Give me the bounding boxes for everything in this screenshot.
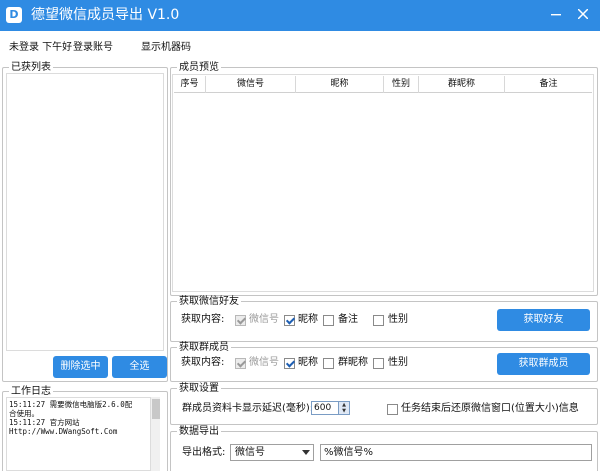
- restore-window-checkbox[interactable]: [387, 404, 398, 415]
- get-friends-button[interactable]: 获取好友: [497, 309, 590, 331]
- log-line: Http://Www.DWangSoft.Com: [9, 427, 118, 436]
- members-table-header: 序号 微信号 昵称 性别 群昵称 备注: [174, 76, 592, 93]
- column-header-index[interactable]: 序号: [174, 76, 206, 93]
- delay-spinbox[interactable]: 600 ▲ ▼: [311, 401, 350, 415]
- fetched-list-title: 已获列表: [11, 62, 51, 73]
- members-table[interactable]: [172, 74, 594, 292]
- export-format-selected: 微信号: [235, 447, 265, 458]
- work-log-title: 工作日志: [11, 386, 51, 397]
- get-group-members-button[interactable]: 获取群成员: [497, 353, 590, 375]
- title-bar: D 德望微信成员导出 V1.0: [0, 0, 600, 31]
- show-machine-code-link[interactable]: 显示机器码: [141, 42, 191, 54]
- friends-wechat-id-label: 微信号: [249, 314, 279, 325]
- column-header-nickname[interactable]: 昵称: [296, 76, 384, 93]
- chevron-down-icon: [302, 450, 310, 455]
- group-gender-checkbox[interactable]: [373, 358, 384, 369]
- app-logo-icon: D: [6, 7, 22, 23]
- column-header-wechat-id[interactable]: 微信号: [206, 76, 296, 93]
- log-scrollbar-thumb[interactable]: [152, 399, 160, 419]
- get-friends-title: 获取微信好友: [179, 296, 239, 307]
- select-all-button[interactable]: 全选: [112, 356, 167, 378]
- settings-title: 获取设置: [179, 383, 219, 394]
- spin-down-icon[interactable]: ▼: [339, 408, 349, 414]
- delay-label: 群成员资料卡显示延迟(毫秒):: [182, 403, 314, 414]
- window-title: 德望微信成员导出 V1.0: [31, 7, 180, 23]
- restore-window-label: 任务结束后还原微信窗口(位置大小)信息: [401, 403, 579, 414]
- members-preview-title: 成员预览: [179, 62, 219, 73]
- friends-remark-label: 备注: [338, 314, 358, 325]
- group-content-label: 获取内容:: [181, 357, 225, 368]
- column-header-group-nickname[interactable]: 群昵称: [419, 76, 505, 93]
- login-status-text: 未登录 下午好: [9, 42, 73, 53]
- group-wechat-id-label: 微信号: [249, 357, 279, 368]
- group-group-nickname-label: 群昵称: [338, 357, 368, 368]
- group-nickname-checkbox[interactable]: [284, 358, 295, 369]
- work-log-textarea[interactable]: 15:11:27 需要微信电脑版2.6.0配 合使用。 15:11:27 官方网…: [6, 397, 160, 471]
- group-group-nickname-checkbox[interactable]: [323, 358, 334, 369]
- column-header-remark[interactable]: 备注: [505, 76, 592, 93]
- group-wechat-id-checkbox[interactable]: [235, 358, 246, 369]
- export-title: 数据导出: [179, 426, 219, 437]
- close-icon: [578, 9, 588, 19]
- minimize-icon: [551, 14, 561, 16]
- minimize-button[interactable]: [545, 4, 567, 26]
- get-group-members-title: 获取群成员: [179, 342, 229, 353]
- column-header-gender[interactable]: 性别: [384, 76, 419, 93]
- export-format-select[interactable]: 微信号: [230, 444, 314, 461]
- group-gender-label: 性别: [388, 357, 408, 368]
- fetched-listbox[interactable]: [6, 73, 164, 351]
- log-line: 合使用。: [9, 409, 39, 418]
- friends-wechat-id-checkbox[interactable]: [235, 315, 246, 326]
- friends-nickname-label: 昵称: [298, 314, 318, 325]
- friends-remark-checkbox[interactable]: [323, 315, 334, 326]
- login-account-link[interactable]: 登录账号: [73, 42, 113, 54]
- log-scrollbar[interactable]: [150, 397, 160, 471]
- export-format-label: 导出格式:: [182, 447, 226, 458]
- friends-nickname-checkbox[interactable]: [284, 315, 295, 326]
- delay-value: 600: [314, 403, 332, 413]
- delete-selected-button[interactable]: 删除选中: [53, 356, 108, 378]
- log-line: 15:11:27 官方网站: [9, 418, 80, 427]
- group-nickname-label: 昵称: [298, 357, 318, 368]
- close-button[interactable]: [572, 4, 594, 26]
- friends-gender-checkbox[interactable]: [373, 315, 384, 326]
- friends-gender-label: 性别: [388, 314, 408, 325]
- friends-content-label: 获取内容:: [181, 314, 225, 325]
- log-line: 15:11:27 需要微信电脑版2.6.0配: [9, 400, 133, 409]
- export-template-input[interactable]: %微信号%: [320, 444, 592, 461]
